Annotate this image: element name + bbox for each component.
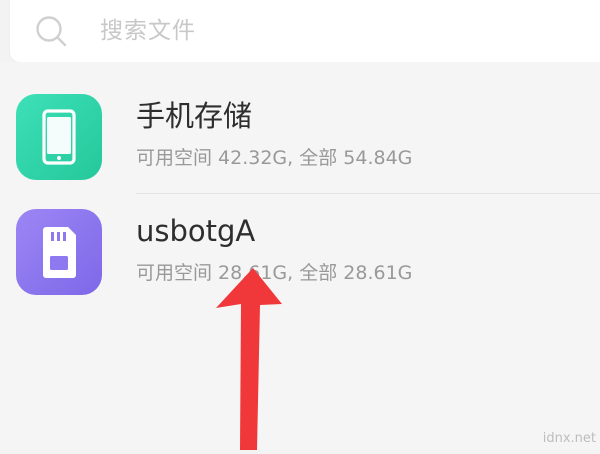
storage-capacity: 可用空间 42.32G, 全部 54.84G xyxy=(136,147,413,169)
search-icon xyxy=(32,12,72,52)
phone-storage-icon xyxy=(16,94,102,180)
search-placeholder: 搜索文件 xyxy=(100,18,196,44)
red-arrow-annotation xyxy=(210,268,320,450)
storage-item-phone[interactable]: 手机存储 可用空间 42.32G, 全部 54.84G xyxy=(0,82,600,194)
sd-card-icon xyxy=(16,209,102,295)
search-bar[interactable]: 搜索文件 xyxy=(10,0,600,62)
divider xyxy=(136,193,600,194)
storage-title: 手机存储 xyxy=(136,99,253,133)
watermark: idnx.net xyxy=(542,431,596,446)
storage-title: usbotgA xyxy=(136,214,256,248)
